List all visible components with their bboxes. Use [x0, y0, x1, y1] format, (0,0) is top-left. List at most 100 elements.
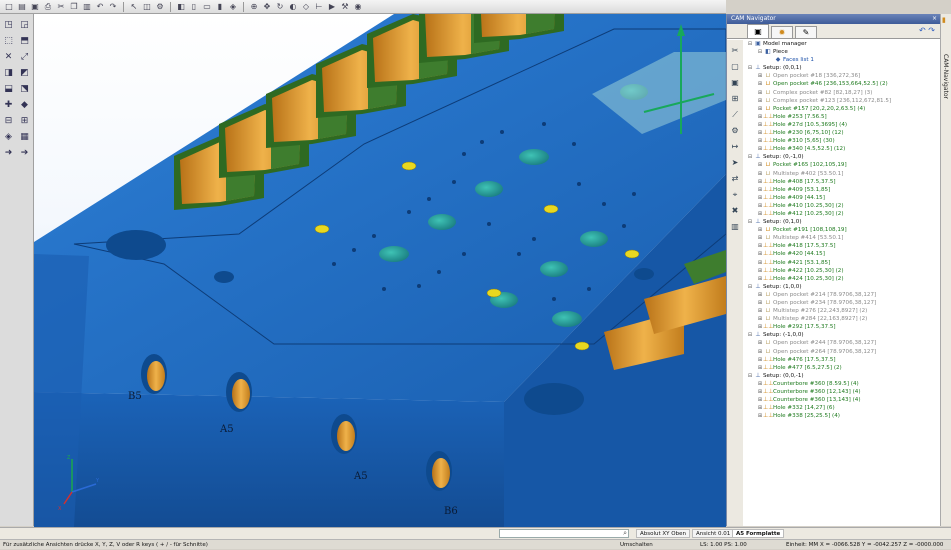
fit-icon[interactable]: ✕: [2, 50, 16, 64]
tree-node[interactable]: ⊟ ⊥ Setup: (0,0,1): [745, 64, 941, 72]
expand-all-icon[interactable]: ⊞: [18, 114, 32, 128]
stock-icon[interactable]: ▣: [729, 76, 742, 89]
axis-icon[interactable]: ↦: [729, 140, 742, 153]
settings-icon[interactable]: ⚙: [154, 1, 166, 13]
tree-node[interactable]: ⊞ ⊥⊥ Counterbore #360 [13,143] (4): [745, 396, 941, 404]
new-icon[interactable]: □: [3, 1, 15, 13]
3d-viewport[interactable]: B5 A5 A5 B6 Z Y X: [34, 14, 726, 527]
tree-node[interactable]: ⊞ ⊥⊥ Hole #420 [44.15]: [745, 250, 941, 258]
iso-view-icon[interactable]: ◈: [227, 1, 239, 13]
tree-node[interactable]: ⊞ ⊔ Open pocket #264 [78.9706,38,127]: [745, 348, 941, 356]
paste-icon[interactable]: ▥: [81, 1, 93, 13]
tree-node[interactable]: ◆ Faces list 1: [745, 56, 941, 64]
copy-icon[interactable]: ❐: [68, 1, 80, 13]
view-mode-cell[interactable]: Absolut XY Oben: [636, 529, 690, 538]
tree-node[interactable]: ⊞ ⊥⊥ Hole #421 [53.1,85]: [745, 259, 941, 267]
view-bottom-icon[interactable]: ⬔: [18, 82, 32, 96]
tree-node[interactable]: ⊞ ⊔ Pocket #191 [108,108,19]: [745, 226, 941, 234]
open-icon[interactable]: ▤: [16, 1, 28, 13]
tree-node[interactable]: ⊟ ⊥ Setup: (0,-1,0): [745, 153, 941, 161]
search-icon[interactable]: ⌕: [623, 529, 627, 538]
filter-icon[interactable]: ⌖: [729, 188, 742, 201]
tree-node[interactable]: ⊞ ⊔ Multistep #414 [53.50.1]: [745, 234, 941, 242]
tree-node[interactable]: ⊞ ⊔ Pocket #157 [20,2,20,2,63.5] (4): [745, 105, 941, 113]
select-icon[interactable]: ↖: [128, 1, 140, 13]
measure-icon[interactable]: ⊢: [313, 1, 325, 13]
gear-icon[interactable]: ⚙: [729, 124, 742, 137]
tree-node[interactable]: ⊞ ⊥⊥ Hole #409 [44.15]: [745, 194, 941, 202]
tool-icon[interactable]: ⚒: [339, 1, 351, 13]
tree-node[interactable]: ⊞ ⊥⊥ Hole #340 [4.5,52.5] (12): [745, 145, 941, 153]
tool-icon[interactable]: ✂: [729, 44, 742, 57]
undo-icon[interactable]: ↶: [919, 26, 926, 35]
side-view-icon[interactable]: ▮: [214, 1, 226, 13]
tree-node[interactable]: ⊞ ⊔ Open pocket #244 [78.9706,38,127]: [745, 339, 941, 347]
layer-icon[interactable]: ◫: [141, 1, 153, 13]
tree-node[interactable]: ⊞ ⊔ Multistep #402 [53.50.1]: [745, 170, 941, 178]
iso-icon[interactable]: ◈: [2, 130, 16, 144]
tree-node[interactable]: ⊞ ⊥⊥ Hole #332 [14,27] (6): [745, 404, 941, 412]
tree-node[interactable]: ⊞ ⊔ Open pocket #234 [78.9706,38,127]: [745, 299, 941, 307]
tree-node[interactable]: ⊞ ⊥⊥ Counterbore #360 [12,143] (4): [745, 388, 941, 396]
tree-node[interactable]: ⊞ ⊔ Open pocket #46 [236,153,664,52.5] (2): [745, 80, 941, 88]
compare-icon[interactable]: ⇄: [729, 172, 742, 185]
tree-node[interactable]: ⊞ ⊥⊥ Hole #410 [10.25,30] (2): [745, 202, 941, 210]
redo-icon[interactable]: ↷: [928, 26, 935, 35]
tree-node[interactable]: ⊞ ⊥⊥ Hole #409 [53.1,85]: [745, 186, 941, 194]
tree-node[interactable]: ⊟ ◧ Piece: [745, 48, 941, 56]
command-search-input[interactable]: ⌕: [499, 529, 629, 538]
tree-node[interactable]: ⊞ ⊔ Pocket #165 [102,105,19]: [745, 161, 941, 169]
view-left-icon[interactable]: ◨: [2, 66, 16, 80]
shade-icon[interactable]: ◐: [287, 1, 299, 13]
add-icon[interactable]: ✚: [2, 98, 16, 112]
tree-node[interactable]: ⊞ ⊥⊥ Hole #477 [6.5,27.5] (2): [745, 364, 941, 372]
tree-node[interactable]: ⊞ ⊥⊥ Hole #412 [10.25,30] (2): [745, 210, 941, 218]
dock-tab-cam-navigator[interactable]: CAM-Navigator: [942, 54, 949, 99]
arrow-icon[interactable]: ➤: [729, 156, 742, 169]
view-name-cell[interactable]: Ansicht 0.01: [692, 529, 735, 538]
front-view-icon[interactable]: ▯: [188, 1, 200, 13]
tree-node[interactable]: ⊞ ⊥⊥ Hole #422 [10.25,30] (2): [745, 267, 941, 275]
grid-icon[interactable]: ▦: [18, 130, 32, 144]
tree-node[interactable]: ⊟ ⊥ Setup: (0,1,0): [745, 218, 941, 226]
view-back-icon[interactable]: ◲: [18, 18, 32, 32]
top-view-icon[interactable]: ▭: [201, 1, 213, 13]
document-cell[interactable]: A5 Formplatte: [732, 529, 785, 538]
pan-icon[interactable]: ✥: [261, 1, 273, 13]
tree-node[interactable]: ⊞ ⊥⊥ Hole #27d [10.5,3695] (4): [745, 121, 941, 129]
tree-node[interactable]: ⊞ ⊥⊥ Hole #338 [25,25.5] (4): [745, 412, 941, 420]
cut-icon[interactable]: ✂: [55, 1, 67, 13]
tree-node[interactable]: ⊞ ⊔ Open pocket #214 [78.9706,38,127]: [745, 291, 941, 299]
tab-model-manager[interactable]: ▣: [747, 24, 769, 38]
tree-node[interactable]: ⊞ ⊥⊥ Hole #424 [10.25,30] (2): [745, 275, 941, 283]
tree-node[interactable]: ⊞ ⊥⊥ Hole #253 [7.56.5]: [745, 113, 941, 121]
expand-icon[interactable]: ⤢: [18, 50, 32, 64]
redo-icon[interactable]: ↷: [107, 1, 119, 13]
tab-tools[interactable]: ✎: [795, 26, 817, 38]
tree-node[interactable]: ⊞ ⊥⊥ Hole #310 [5,65] (30): [745, 137, 941, 145]
cam-icon[interactable]: ◉: [352, 1, 364, 13]
print-icon[interactable]: ⎙: [42, 1, 54, 13]
collapse-icon[interactable]: ⊟: [2, 114, 16, 128]
save-icon[interactable]: ▣: [29, 1, 41, 13]
box-icon[interactable]: ▢: [729, 60, 742, 73]
tree-node[interactable]: ⊞ ⊥⊥ Hole #292 [17.5,37.5]: [745, 323, 941, 331]
tree-node[interactable]: ⊞ ⊔ Multistep #284 [22,163,8927] (2): [745, 315, 941, 323]
tree-node[interactable]: ⊞ ⊥⊥ Counterbore #360 [8.59.5] (4): [745, 380, 941, 388]
wireframe-icon[interactable]: ◇: [300, 1, 312, 13]
tree-node[interactable]: ⊞ ⊔ Open pocket #18 [336,272,36]: [745, 72, 941, 80]
tree-node[interactable]: ⊞ ⊔ Complex pocket #123 [236,112,672,81.5]: [745, 97, 941, 105]
undo-icon[interactable]: ↶: [94, 1, 106, 13]
tree-node[interactable]: ⊞ ⊔ Complex pocket #82 [82,18,27] (3): [745, 89, 941, 97]
tree-node[interactable]: ⊞ ⊥⊥ Hole #476 [17.5,37.5]: [745, 356, 941, 364]
zoom-icon[interactable]: ⊕: [248, 1, 260, 13]
fixture-icon[interactable]: ⊞: [729, 92, 742, 105]
rotate-icon[interactable]: ↻: [274, 1, 286, 13]
tree-node[interactable]: ⊞ ⊥⊥ Hole #408 [17.5,37.5]: [745, 178, 941, 186]
tree-node[interactable]: ⊟ ⊥ Setup: (0,0,-1): [745, 372, 941, 380]
path-icon[interactable]: ⟋: [729, 108, 742, 121]
pin-icon[interactable]: ▮: [942, 16, 946, 24]
tree-node[interactable]: ⊟ ⊥ Setup: (1,0,0): [745, 283, 941, 291]
view-box-icon[interactable]: ⬚: [2, 34, 16, 48]
tree-node[interactable]: ⊟ ▣ Model manager: [745, 40, 941, 48]
